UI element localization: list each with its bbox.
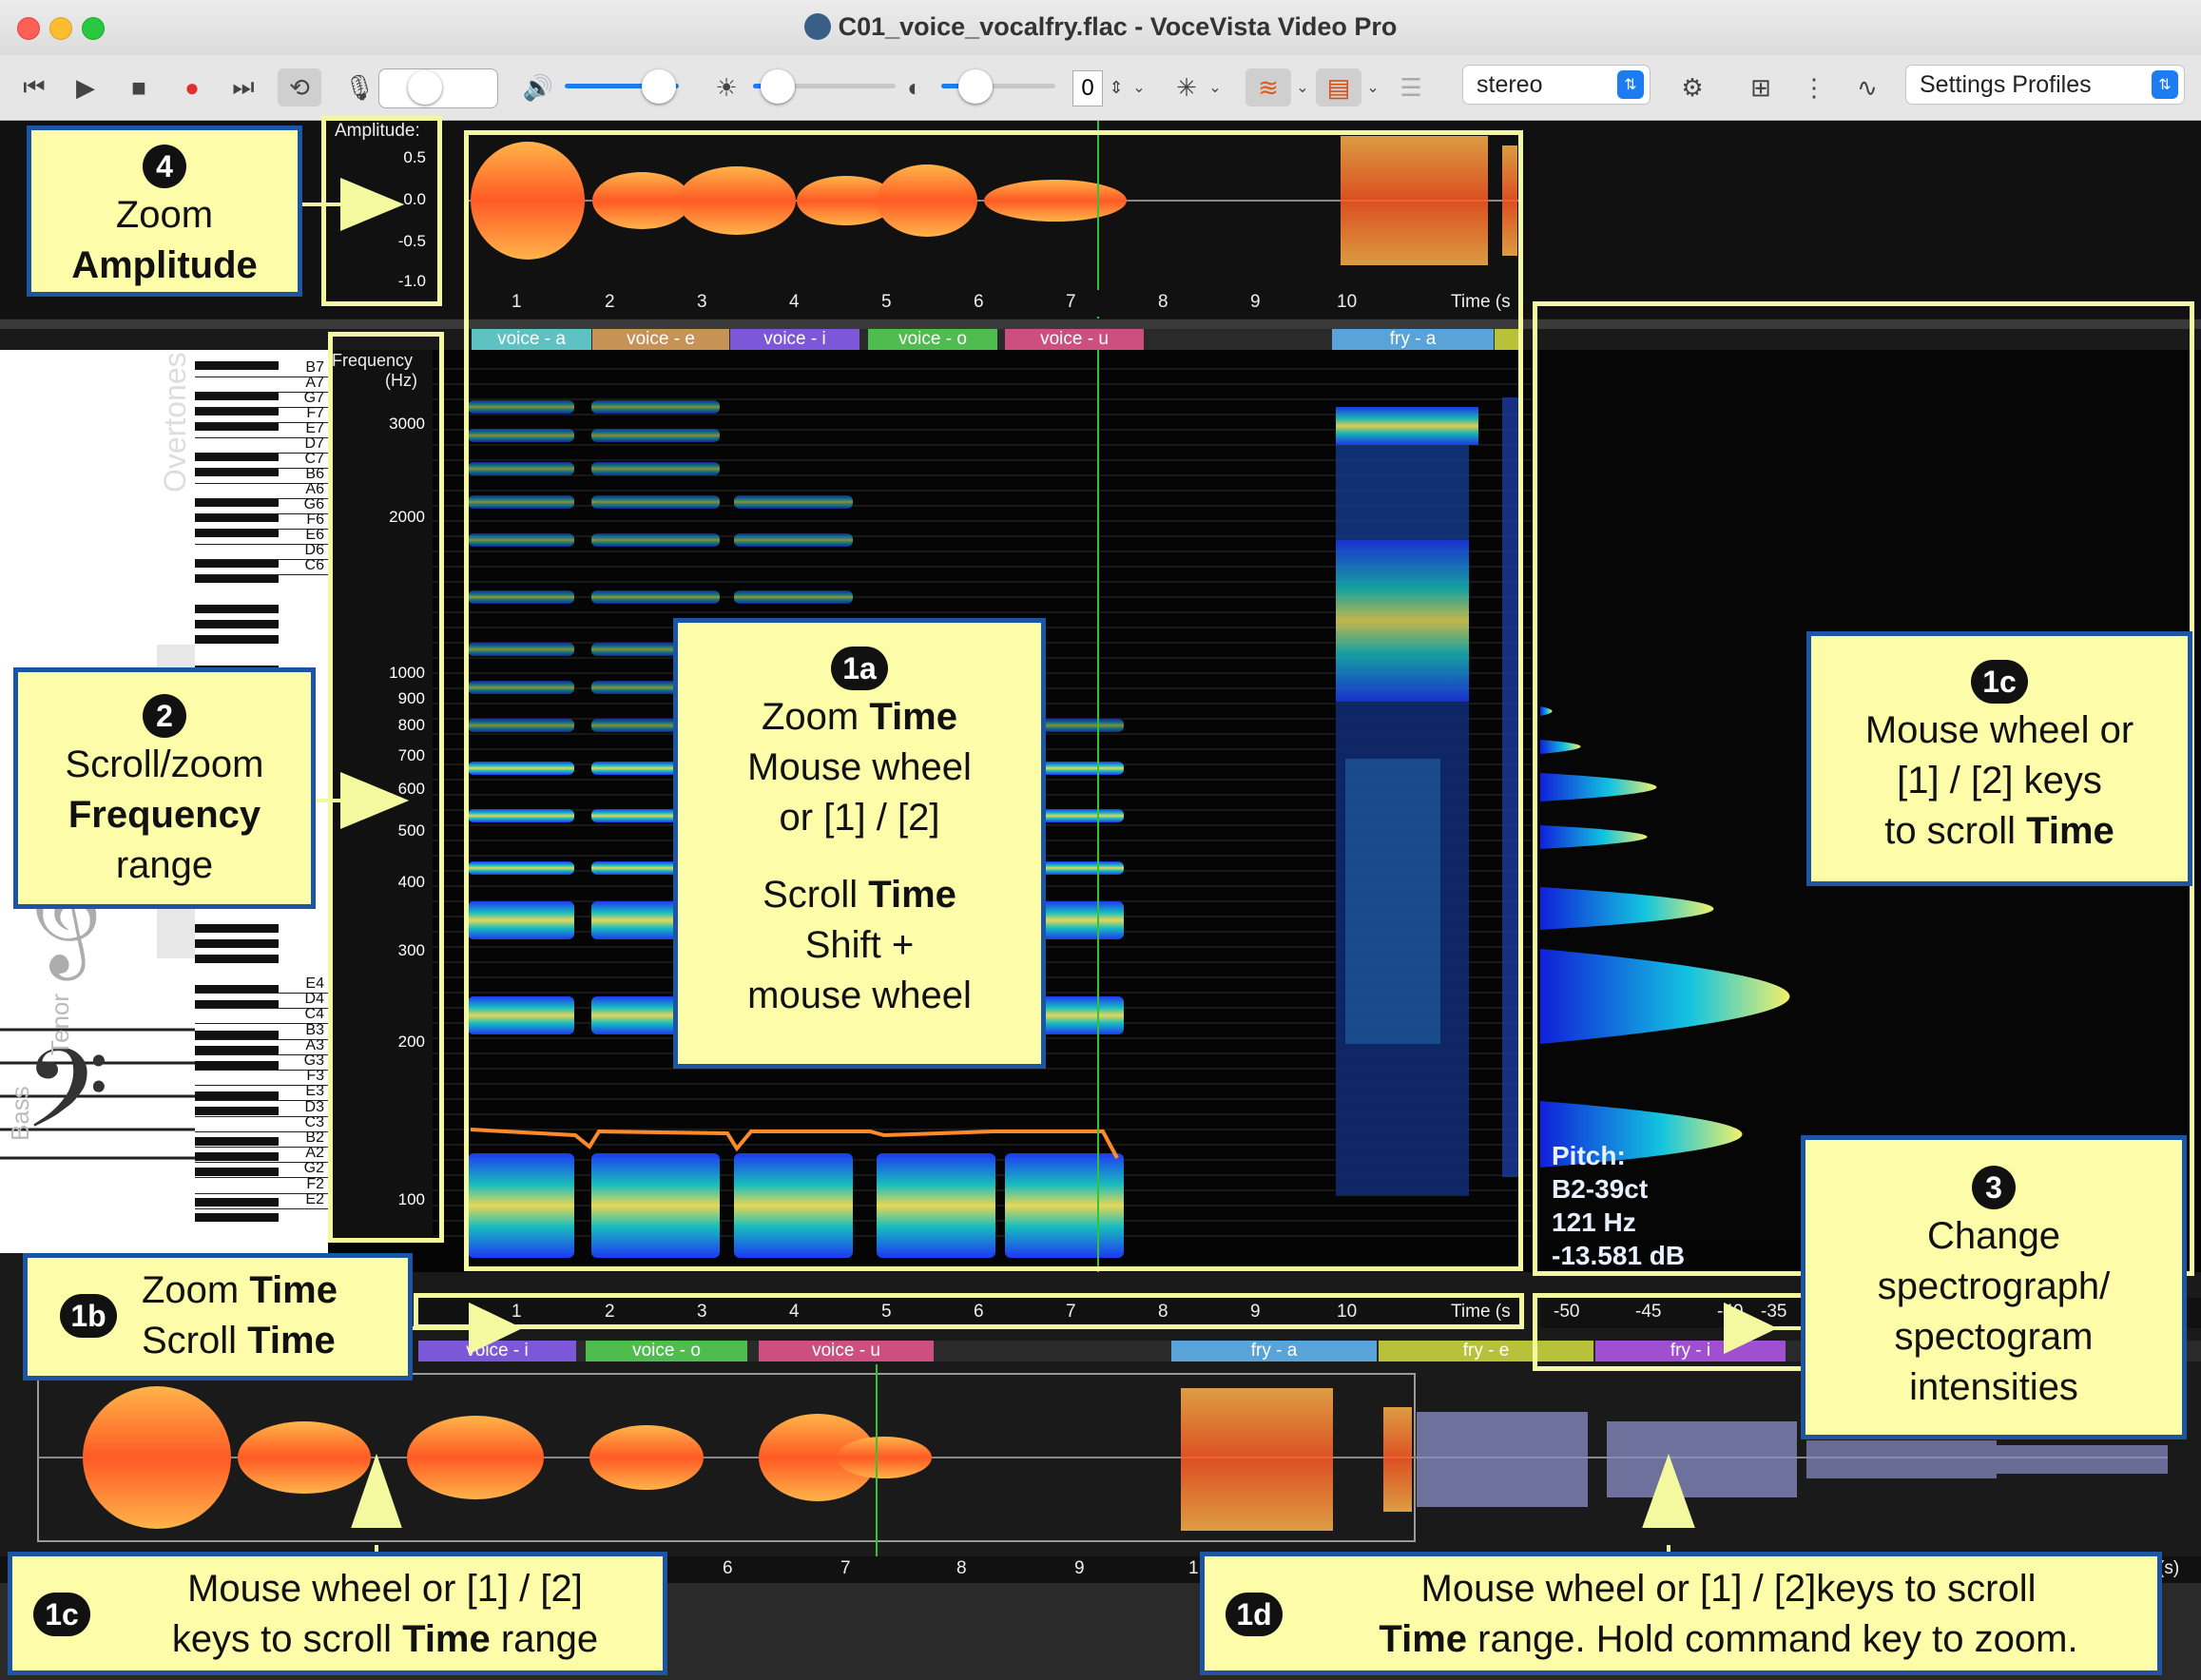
select-arrows-icon: ⇅ [1617,70,1644,99]
skip-back-icon[interactable]: ⏮ [17,68,51,106]
record-icon[interactable]: ● [175,68,209,106]
stepper-icon[interactable]: ⇕ [1105,68,1128,106]
brightness-icon: ☀ [715,72,738,102]
brightness-slider-knob[interactable] [761,69,795,104]
cursor-mode-icon[interactable]: ✳ [1169,68,1204,106]
input-gain-knob[interactable] [408,70,442,105]
callout-badge: 1d [1226,1593,1283,1636]
highlight-frequency-axis [328,332,444,1243]
title-bar: C01_voice_vocalfry.flac - VoceVista Vide… [0,0,2201,56]
callout-scroll-time-range: 1c Mouse wheel or [1] / [2] keys to scro… [8,1552,667,1675]
segment-label[interactable]: voice - i [418,1341,576,1361]
callout-badge: 1c [33,1593,90,1636]
bass-label: Bass [6,1086,34,1141]
chevron-down-icon[interactable]: ⌄ [1363,68,1382,106]
input-level-meter[interactable] [378,68,498,108]
callout-scroll-zoom-overview: 1d Mouse wheel or [1] / [2]keys to scrol… [1200,1552,2162,1675]
skip-forward-icon[interactable]: ⏭ [226,68,261,106]
overtones-label: Overtones [158,352,192,492]
offset-number-field[interactable]: 0 [1072,70,1103,106]
spectrum-view-icon[interactable]: ☰ [1394,68,1428,106]
highlight-amplitude-axis [321,116,442,306]
segment-label[interactable]: voice - u [759,1341,934,1361]
chevron-down-icon[interactable]: ⌄ [1129,68,1149,106]
volume-icon: 🔊 [522,72,554,102]
play-icon[interactable]: ▶ [68,68,103,106]
loop-icon[interactable]: ⟲ [278,68,321,106]
callout-zoom-amplitude: 4 Zoom Amplitude [27,126,302,297]
callout-badge: 1b [60,1294,117,1338]
time-tick: 1 [1188,1558,1199,1578]
spectrogram-view-icon[interactable]: ▤ [1316,68,1361,106]
callout-badge: 2 [143,694,186,738]
chevron-down-icon[interactable]: ⌄ [1293,68,1312,106]
segment-label[interactable]: fry - a [1171,1341,1377,1361]
callout-badge: 3 [1972,1166,2016,1209]
settings-profiles-select[interactable]: Settings Profiles ⇅ [1905,65,2185,105]
time-tick: 7 [840,1558,851,1578]
callout-scroll-frequency: 2 Scroll/zoom Frequency range [13,667,316,909]
gears-icon[interactable]: ⚙ [1673,68,1711,106]
callout-badge: 1a [831,647,888,690]
channel-select[interactable]: stereo ⇅ [1462,65,1651,105]
highlight-time-axis [414,1293,1524,1329]
contrast-slider-knob[interactable] [958,69,993,104]
window-title: C01_voice_vocalfry.flac - VoceVista Vide… [0,12,2201,42]
time-tick: 6 [723,1558,733,1578]
callout-scroll-time-spectrum: 1c Mouse wheel or [1] / [2] keys to scro… [1806,631,2192,886]
segment-label[interactable]: voice - o [586,1341,747,1361]
stop-icon[interactable]: ■ [122,68,156,106]
split-view-icon[interactable]: ⊞ [1742,68,1780,106]
contrast-icon: ◐ [907,72,922,102]
callout-zoom-time: 1a Zoom Time Mouse wheel or [1] / [2] Sc… [673,618,1046,1069]
chevron-down-icon[interactable]: ⌄ [1206,68,1225,106]
waveform-view-icon[interactable]: ≋ [1245,68,1291,106]
list-view-icon[interactable]: ⋮ [1795,68,1833,106]
time-tick: 9 [1074,1558,1085,1578]
meter-view-icon[interactable]: ∿ [1848,68,1886,106]
callout-badge: 1c [1971,660,2028,704]
time-tick: 8 [956,1558,967,1578]
note-label: E2 [195,1191,328,1209]
note-label-text: C6 [304,557,324,573]
toolbar: ⏮ ▶ ■ ● ⏭ ⟲ 🎙 🔊 ☀ ◐ 0 ⇕ ⌄ ✳ ⌄ ≋ ⌄ ▤ ⌄ ☰ … [0,55,2201,121]
callout-change-intensities: 3 Change spectrograph/ spectogram intens… [1801,1135,2187,1439]
app-logo-icon [803,13,831,40]
select-arrows-icon: ⇅ [2152,70,2178,99]
note-label: C6 [195,557,328,575]
tenor-label: Tenor [46,993,74,1055]
callout-badge: 4 [143,145,186,188]
callout-zoom-scroll-time: 1b Zoom Time Scroll Time [23,1253,413,1381]
note-label-text: E2 [305,1190,324,1207]
microphone-icon: 🎙 [343,72,376,102]
volume-slider-knob[interactable] [642,69,676,104]
